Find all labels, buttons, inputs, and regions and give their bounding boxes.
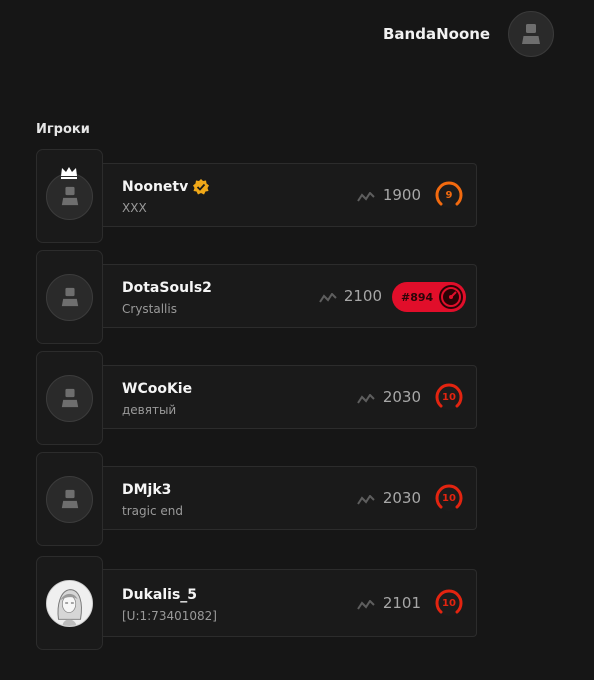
player-name[interactable]: Dukalis_5 — [122, 587, 197, 603]
rank-number: 10 — [442, 391, 456, 403]
rank-number: 10 — [442, 597, 456, 609]
mmr-trend-icon — [357, 192, 375, 202]
default-avatar-icon — [61, 388, 78, 408]
mmr-value: 1900 — [382, 186, 421, 204]
avatar — [46, 172, 93, 220]
mmr-value: 2100 — [343, 287, 382, 305]
player-avatar-box[interactable] — [36, 351, 103, 445]
default-avatar-icon — [61, 287, 78, 307]
player-info[interactable]: WCooKie девятый 2030 10 — [102, 365, 477, 429]
header-user[interactable]: BandaNoone — [383, 11, 555, 57]
player-name[interactable]: Noonetv — [122, 179, 188, 195]
default-avatar-icon — [522, 24, 541, 44]
mmr-value: 2030 — [382, 388, 421, 406]
player-description: Crystallis — [122, 302, 177, 316]
rank-medal: 9 — [434, 180, 464, 210]
mmr-trend-icon — [357, 600, 375, 610]
player-avatar-box[interactable] — [36, 452, 103, 546]
section-title: Игроки — [36, 122, 90, 137]
player-description: tragic end — [122, 504, 183, 518]
anime-avatar-image — [47, 580, 92, 626]
player-name[interactable]: DotaSouls2 — [122, 280, 212, 296]
crown-icon — [61, 167, 77, 179]
rank-number: 9 — [445, 189, 453, 201]
player-avatar-box[interactable] — [36, 149, 103, 243]
player-avatar-box[interactable] — [36, 556, 103, 650]
rank-medal: 10 — [434, 382, 464, 412]
immortal-rank-icon — [439, 285, 463, 309]
avatar — [46, 273, 93, 321]
leaderboard-badge: #894 — [392, 282, 466, 312]
player-card[interactable]: DMjk3 tragic end 2030 10 — [36, 452, 477, 546]
player-info[interactable]: DMjk3 tragic end 2030 10 — [102, 466, 477, 530]
player-name[interactable]: DMjk3 — [122, 482, 171, 498]
player-card[interactable]: WCooKie девятый 2030 10 — [36, 351, 477, 445]
mmr-value: 2101 — [382, 594, 421, 612]
player-card[interactable]: DotaSouls2 Crystallis 2100 #894 — [36, 250, 477, 344]
avatar — [46, 475, 93, 523]
player-card[interactable]: Noonetv XXX 1900 9 — [36, 149, 477, 243]
player-info[interactable]: Dukalis_5 [U:1:73401082] 2101 10 — [102, 569, 477, 637]
user-avatar[interactable] — [508, 11, 555, 57]
default-avatar-icon — [61, 186, 78, 206]
rank-number: 10 — [442, 492, 456, 504]
player-description: девятый — [122, 403, 177, 417]
leaderboard-rank: #894 — [401, 290, 434, 304]
avatar — [46, 579, 93, 627]
rank-medal: 10 — [434, 588, 464, 618]
mmr-trend-icon — [357, 495, 375, 505]
player-info[interactable]: DotaSouls2 Crystallis 2100 #894 — [102, 264, 477, 328]
mmr-value: 2030 — [382, 489, 421, 507]
verified-badge-icon — [193, 179, 209, 195]
player-name[interactable]: WCooKie — [122, 381, 192, 397]
rank-medal: 10 — [434, 483, 464, 513]
player-card[interactable]: Dukalis_5 [U:1:73401082] 2101 10 — [36, 556, 477, 650]
mmr-trend-icon — [319, 293, 337, 303]
player-avatar-box[interactable] — [36, 250, 103, 344]
mmr-trend-icon — [357, 394, 375, 404]
avatar — [46, 374, 93, 422]
username[interactable]: BandaNoone — [383, 25, 490, 43]
player-description: [U:1:73401082] — [122, 609, 217, 623]
player-description: XXX — [122, 201, 147, 215]
player-info[interactable]: Noonetv XXX 1900 9 — [102, 163, 477, 227]
default-avatar-icon — [61, 489, 78, 509]
